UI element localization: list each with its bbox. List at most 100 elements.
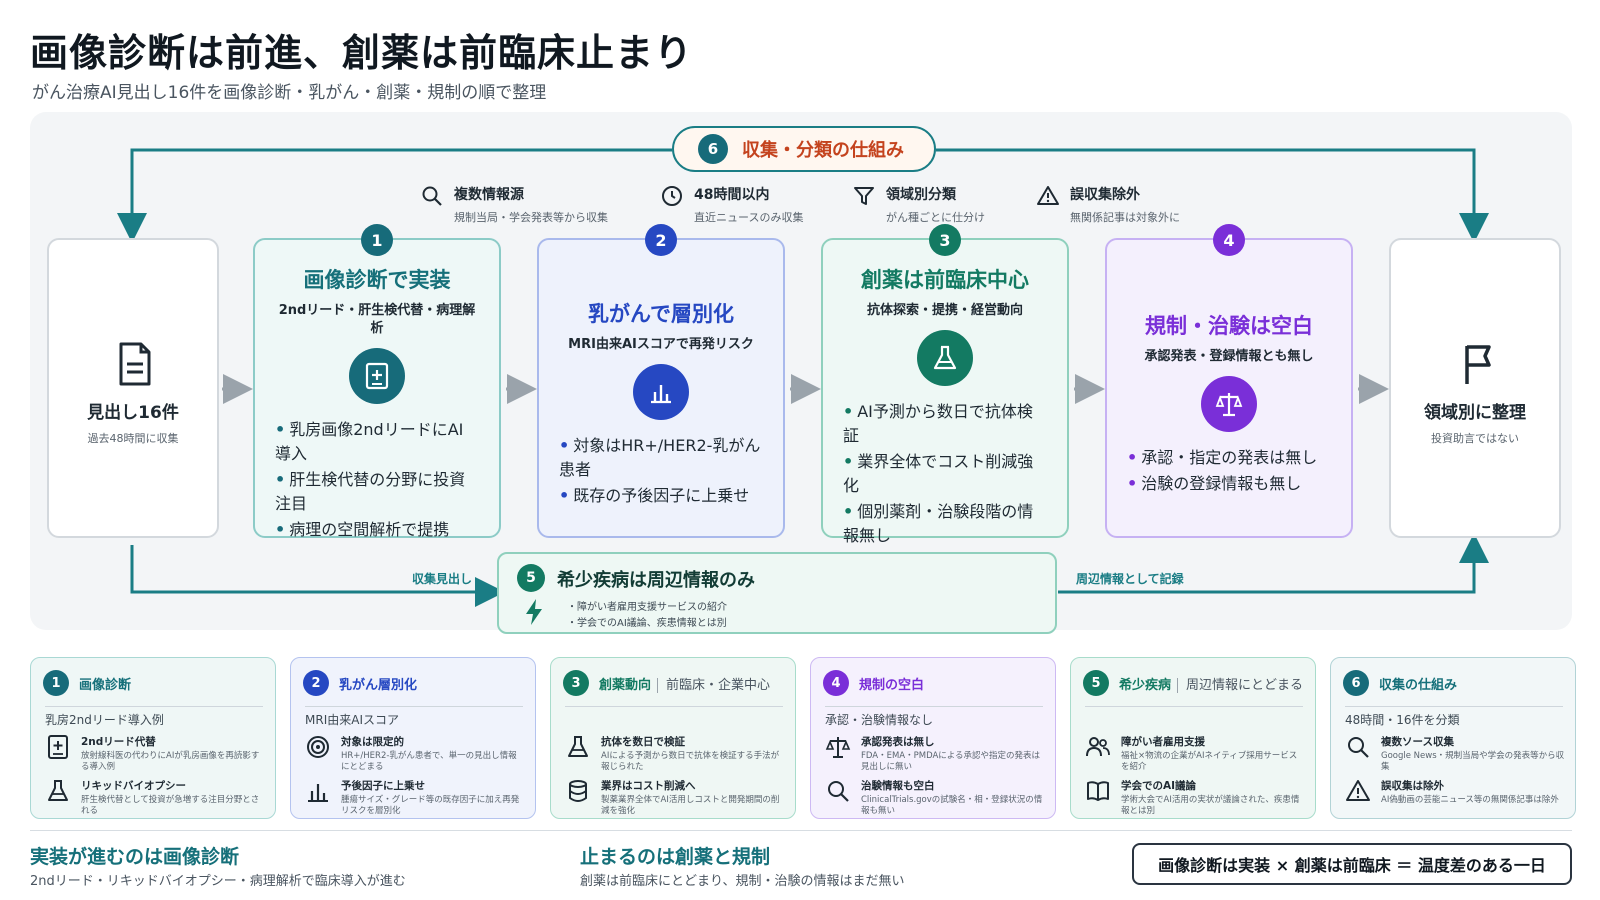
feature-sources: 複数情報源規制当局・学会発表等から収集 (420, 184, 608, 225)
card-badge: 1 (43, 670, 69, 696)
card-item-desc: AIによる予測から数日で抗体を検証する手法が報じられた (601, 751, 780, 773)
card-item: 障がい者雇用支援 福祉×物流の企業がAIネイティブ採用サービスを紹介 (1085, 734, 1305, 773)
bullet: AI予測から数日で抗体検証 (843, 400, 1047, 448)
card-title: 乳がん層別化 (339, 678, 418, 693)
bar-chart-icon (633, 364, 689, 421)
warning-icon (1037, 186, 1059, 205)
end-title: 領域別に整理 (1424, 403, 1526, 423)
page-title: 画像診断は前進、創薬は前臨床止まり (30, 31, 694, 75)
feature-sub: 規制当局・学会発表等から収集 (454, 211, 608, 224)
start-sub: 過去48時間に収集 (87, 432, 179, 445)
filter-icon (854, 187, 874, 205)
cycle-number: 6 (698, 134, 728, 164)
scale-icon (1201, 376, 1257, 433)
step-subtitle: MRI由来AIスコアで再発リスク (568, 337, 754, 352)
feature-classification: 領域別分類がん種ごとに仕分け (852, 184, 985, 225)
rare-item: ・学会でのAI議論、疾患情報とは別 (567, 618, 727, 629)
card-subtitle: 乳房2ndリード導入例 (45, 706, 263, 728)
card-item-title: 抗体を数日で検証 (601, 736, 685, 748)
card-title: 画像診断 (79, 678, 132, 693)
step-4-regulation: 4 規制・治験は空白 承認発表・登録情報とも無し 承認・指定の発表は無し 治験の… (1105, 224, 1353, 538)
bolt-icon (526, 599, 542, 625)
card-item-title: 業界はコスト削減へ (601, 780, 696, 792)
card-subtitle: MRI由来AIスコア (305, 706, 523, 728)
footer-mid-sub: 創薬は前臨床にとどまり、規制・治験の情報はまだ無い (580, 874, 905, 889)
card-item: 予後因子に上乗せ腫瘍サイズ・グレード等の既存因子に加え再発リスクを層別化 (305, 778, 525, 817)
step-badge: 2 (645, 224, 677, 256)
bar-chart-icon (308, 784, 328, 802)
card-item-desc: 学術大会でAI活用の実状が議論された、疾患情報とは別 (1121, 795, 1300, 817)
step-bullets: 承認・指定の発表は無し 治験の登録情報も無し (1107, 446, 1351, 496)
card-item-title: 複数ソース収集 (1381, 736, 1454, 748)
step-2-breast: 2 乳がんで層別化 MRI由来AIスコアで再発リスク 対象はHR+/HER2-乳… (537, 224, 785, 538)
step-badge: 3 (929, 224, 961, 256)
card-subtitle (565, 706, 783, 711)
medical-image-icon (48, 735, 68, 759)
warning-icon (1346, 780, 1370, 801)
rare-badge: 5 (517, 564, 545, 592)
search-icon (422, 186, 442, 206)
bullet: 業界全体でコスト削減強化 (843, 450, 1047, 498)
step-subtitle: 抗体探索・提携・経営動向 (866, 303, 1023, 318)
card-collection: 6 収集の仕組み 48時間・16件を分類 複数ソース収集 Google News・… (1330, 657, 1576, 819)
document-icon (119, 342, 151, 386)
conclusion-box: 画像診断は実装 × 創薬は前臨床 ＝ 温度差のある一日 (1132, 843, 1572, 885)
search-icon (828, 781, 849, 802)
feature-sub: 直近ニュースのみ収集 (694, 211, 804, 224)
feature-exclusion: 誤収集除外 無関係記事は対象外に (1036, 184, 1180, 225)
step-1-imaging: 1 画像診断で実装 2ndリード・肝生検代替・病理解析 乳房画像2ndリードにA… (253, 224, 501, 539)
card-item-desc: 腫瘍サイズ・グレード等の既存因子に加え再発リスクを層別化 (341, 795, 520, 817)
card-badge: 4 (823, 670, 849, 696)
people-icon (1086, 737, 1110, 757)
card-item-title: 誤収集は除外 (1381, 780, 1444, 792)
flask-icon (48, 780, 68, 801)
step-3-drug-discovery: 3 創薬は前臨床中心 抗体探索・提携・経営動向 AI予測から数日で抗体検証 業界… (821, 224, 1069, 545)
card-title-note: 周辺情報にとどまる (1177, 678, 1304, 693)
card-item-title: 承認発表は無し (861, 736, 935, 748)
card-item-title: 予後因子に上乗せ (341, 780, 425, 792)
rare-title: 希少疾病は周辺情報のみ (557, 570, 755, 591)
feature-48h: 48時間以内 直近ニュースのみ収集 (660, 184, 803, 225)
card-item-title: 治験情報も空白 (861, 780, 935, 792)
bullet: 個別薬剤・治験段階の情報無し (843, 500, 1047, 548)
feature-title: 領域別分類 (886, 187, 956, 203)
card-item-desc: 放射線科医の代わりにAIが乳房画像を再読影する導入例 (81, 751, 260, 773)
card-item: 誤収集は除外 AI偽動画の芸能ニュース等の無関係記事は除外 (1345, 778, 1565, 806)
card-item: 2ndリード代替 放射線科医の代わりにAIが乳房画像を再読影する導入例 (45, 734, 265, 773)
step-badge: 1 (361, 224, 393, 256)
card-subtitle (1085, 706, 1303, 711)
step-subtitle: 2ndリード・肝生検代替・病理解析 (278, 303, 476, 337)
card-item: 対象は限定的 HR+/HER2-乳がん患者で、単一の見出し情報にとどまる (305, 734, 525, 773)
page-subtitle: がん治療AI見出し16件を画像診断・乳がん・創薬・規制の順で整理 (32, 83, 547, 103)
card-subtitle: 承認・治験情報なし (825, 706, 1043, 728)
flow-label-recorded: 周辺情報として記録 (1076, 572, 1184, 586)
card-title-note: 前臨床・企業中心 (657, 678, 771, 693)
footer-left-title: 実装が進むのは画像診断 (30, 846, 240, 868)
feature-sub: がん種ごとに仕分け (886, 211, 985, 224)
card-item-title: 学会でのAI議論 (1121, 780, 1197, 792)
bullet: 乳房画像2ndリードにAI導入 (275, 418, 479, 466)
card-badge: 6 (1343, 670, 1369, 696)
card-item: 治験情報も空白 ClinicalTrials.govの試験名・相・登録状況の情報も… (825, 778, 1045, 817)
step-bullets: 乳房画像2ndリードにAI導入 肝生検代替の分野に投資注目 病理の空間解析で提携 (255, 418, 499, 542)
bullet: 肝生検代替の分野に投資注目 (275, 468, 479, 516)
card-title: 収集の仕組み (1379, 678, 1458, 693)
card-item: 学会でのAI議論学術大会でAI活用の実状が議論された、疾患情報とは別 (1085, 778, 1305, 817)
footer-left-sub: 2ndリード・リキッドバイオプシー・病理解析で臨床導入が進む (30, 874, 406, 889)
rare-item: ・障がい者雇用支援サービスの紹介 (567, 602, 727, 613)
start-box: 見出し16件 過去48時間に収集 (47, 238, 219, 538)
medical-image-icon (349, 348, 405, 405)
bullet: 既存の予後因子に上乗せ (559, 484, 763, 508)
feature-title: 複数情報源 (454, 187, 524, 203)
card-item-desc: AI偽動画の芸能ニュース等の無関係記事は除外 (1381, 795, 1559, 805)
flow-label-collected: 収集見出し (412, 572, 473, 586)
cycle-pill: 6 収集・分類の仕組み (672, 126, 936, 172)
card-item-desc: FDA・EMA・PMDAによる承認や指定の発表は見出しに無い (861, 751, 1041, 773)
card-title-main: 希少疾病 (1119, 678, 1172, 693)
card-regulation: 4 規制の空白 承認・治験情報なし 承認発表は無し FDA・EMA・PMDAによる… (810, 657, 1056, 819)
card-title: 規制の空白 (859, 678, 925, 693)
card-badge: 3 (563, 670, 589, 696)
card-imaging: 1 画像診断 乳房2ndリード導入例 2ndリード代替 放射線科医の代わりにAIが… (30, 657, 276, 819)
card-item-title: 対象は限定的 (341, 736, 404, 748)
card-breast: 2 乳がん層別化 MRI由来AIスコア 対象は限定的 HR+/HER2-乳がん患者… (290, 657, 536, 819)
